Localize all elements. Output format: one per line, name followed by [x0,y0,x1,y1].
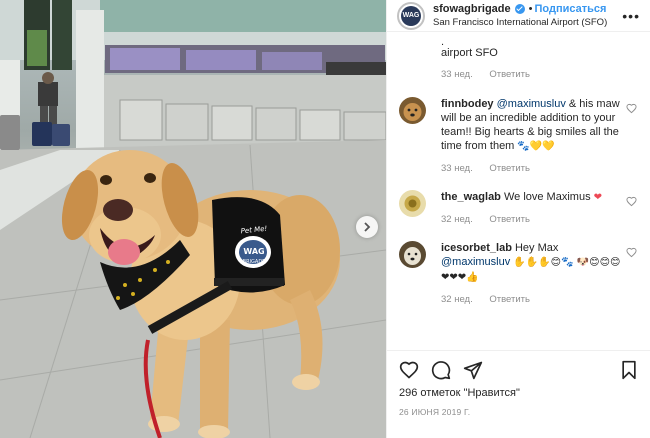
comment-age: 32 нед. [441,214,473,225]
comment-emoji: 🐾💛💛 [517,141,555,152]
comment-meta: 32 нед. Ответить [441,293,625,307]
like-heart-icon[interactable] [399,360,419,380]
more-options-icon[interactable]: ••• [622,9,640,23]
commenter-avatar[interactable] [399,241,426,268]
comment-username[interactable]: icesorbet_lab [441,242,512,254]
comment-reply-button[interactable]: Ответить [489,294,530,305]
caption-meta: 33 нед. Ответить [441,68,639,82]
comment-reply-button[interactable]: Ответить [489,163,530,174]
comment-body: icesorbet_lab Hey Max @maximusluv ✋✋✋😊🐾 … [441,241,625,285]
comment-mention[interactable]: @maximusluv [441,256,510,268]
like-comment-heart-icon[interactable] [626,103,637,114]
avatar-logo: WAG [401,5,421,26]
comment-bubble-icon[interactable] [431,360,451,380]
labrador-avatar-image [399,241,426,268]
save-bookmark-icon[interactable] [619,360,639,380]
comment-age: 33 нед. [441,163,473,174]
comment-username[interactable]: finnbodey [441,98,494,110]
wag-lab-avatar-image [399,190,426,217]
comment-body: the_waglab We love Maximus ❤ [441,190,625,205]
follow-button[interactable]: Подписаться [534,3,606,16]
vest-line-1: Pet Me! [240,224,268,236]
dog-avatar-image [399,97,426,124]
caption-text: airport SFO [441,47,498,59]
chevron-right-icon [364,222,371,232]
commenter-avatar[interactable] [399,97,426,124]
author-username[interactable]: sfowagbrigade [433,3,511,16]
post-actions: 296 отметок "Нравится" 26 ИЮНЯ 2019 Г. [387,350,650,417]
comment-reply-button[interactable]: Ответить [489,214,530,225]
dog-photo-illustration [0,0,386,438]
comment-emoji: ❤ [593,192,603,203]
likes-count[interactable]: 296 отметок "Нравится" [399,387,639,399]
separator-dot: • [528,2,533,15]
post-date: 26 ИЮНЯ 2019 Г. [399,407,471,417]
like-comment-heart-icon[interactable] [626,247,637,258]
share-paper-plane-icon[interactable] [463,360,483,380]
comment-age: 32 нед. [441,294,473,305]
vest-line-3: BRIGADE [242,259,266,265]
caption: . airport SFO 33 нед. Ответить [387,33,650,82]
next-photo-button[interactable] [356,216,378,238]
comment-meta: 32 нед. Ответить [441,213,625,227]
caption-age: 33 нед. [441,69,473,80]
comment-text: Hey Max [514,242,559,254]
comment-meta: 33 нед. Ответить [441,162,625,176]
comment-body: finnbodey @maximusluv & his maw will be … [441,97,625,154]
commenter-avatar[interactable] [399,190,426,217]
comment-text: We love Maximus [503,191,591,203]
location-link[interactable]: San Francisco International Airport (SFO… [433,16,618,29]
action-icons-row [399,359,639,381]
author-avatar[interactable]: WAG [397,1,425,30]
comment-username[interactable]: the_waglab [441,191,501,203]
like-comment-heart-icon[interactable] [626,196,637,207]
header-text: sfowagbrigade • Подписаться San Francisc… [433,3,618,29]
vest-line-2: WAG [243,247,265,256]
post-header: WAG sfowagbrigade • Подписаться San Fran… [387,0,650,32]
verified-badge-icon [514,4,525,14]
comment: finnbodey @maximusluv & his maw will be … [387,97,650,176]
vest-text: Pet Me! WAG BRIGADE [232,225,276,267]
comment-mention[interactable]: @maximusluv [497,98,566,110]
post-side-panel: WAG sfowagbrigade • Подписаться San Fran… [386,0,650,438]
comment: icesorbet_lab Hey Max @maximusluv ✋✋✋😊🐾 … [387,241,650,307]
comment: the_waglab We love Maximus ❤ 32 нед. Отв… [387,190,650,227]
post-photo[interactable]: Pet Me! WAG BRIGADE [0,0,386,438]
caption-reply-button[interactable]: Ответить [489,69,530,80]
comments-list[interactable]: . airport SFO 33 нед. Ответить finnbodey [387,33,650,350]
